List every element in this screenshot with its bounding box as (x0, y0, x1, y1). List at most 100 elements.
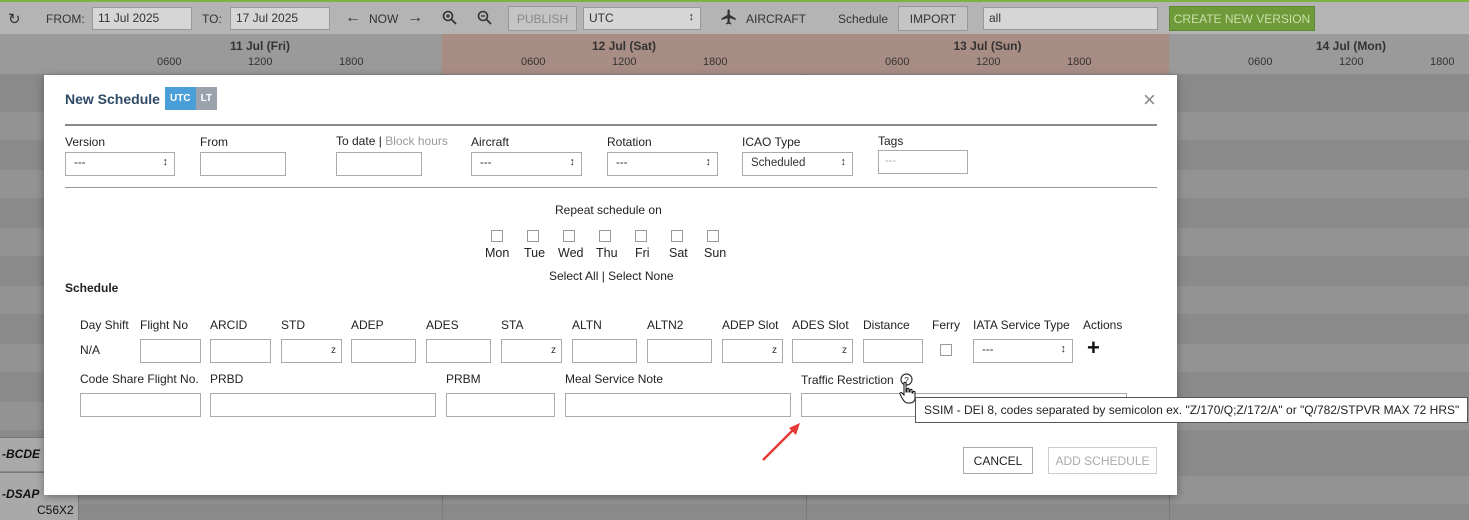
to-date-input[interactable]: 17 Jul 2025 (230, 7, 330, 30)
lt-toggle[interactable]: LT (195, 87, 218, 110)
day-label-tue: Tue (524, 246, 546, 260)
chevron-updown-icon: ↕ (688, 11, 695, 23)
zulu-suffix: z (331, 345, 336, 356)
airplane-icon (720, 8, 738, 26)
rotation-select[interactable]: --- ↕ (607, 152, 718, 176)
chevron-updown-icon: ↕ (1060, 343, 1067, 355)
day-label-sun: Sun (704, 246, 727, 260)
day-label-sat: Sat (669, 246, 688, 260)
prbm-label: PRBM (446, 372, 481, 386)
aircraft-registration[interactable]: -BCDE (2, 447, 40, 461)
publish-button[interactable]: PUBLISH (508, 6, 577, 31)
iata-service-select[interactable]: --- ↕ (973, 339, 1073, 363)
arrow-left-icon[interactable]: ← (345, 9, 361, 27)
col-distance: Distance (863, 318, 910, 332)
distance-input[interactable] (863, 339, 923, 363)
prbd-input[interactable] (210, 393, 436, 417)
col-ferry: Ferry (932, 318, 960, 332)
zulu-suffix: z (551, 345, 556, 356)
select-all-link[interactable]: Select All (549, 269, 598, 283)
todate-separator: | (378, 134, 382, 148)
prbm-input[interactable] (446, 393, 555, 417)
arcid-input[interactable] (210, 339, 271, 363)
version-select[interactable]: --- ↕ (65, 152, 175, 176)
tags-input[interactable]: --- (878, 150, 968, 174)
select-separator: | (601, 269, 605, 283)
timezone-toggle: UTC LT (165, 87, 218, 110)
cancel-button[interactable]: CANCEL (963, 447, 1033, 474)
todate-input[interactable] (336, 152, 422, 176)
timezone-select[interactable]: UTC ↕ (583, 7, 701, 30)
hour-tick: 1800 (339, 56, 364, 68)
col-adep: ADEP (351, 318, 384, 332)
day-label-wed: Wed (558, 246, 584, 260)
aircraft-select[interactable]: --- ↕ (471, 152, 582, 176)
zoom-in-icon[interactable] (442, 10, 457, 25)
codeshare-input[interactable] (80, 393, 201, 417)
now-button[interactable]: NOW (369, 12, 398, 26)
zoom-out-icon[interactable] (477, 10, 492, 25)
day-label-mon: Mon (485, 246, 510, 260)
day-label-fri: Fri (635, 246, 650, 260)
chevron-updown-icon: ↕ (162, 156, 169, 168)
select-none-link[interactable]: Select None (608, 269, 673, 283)
utc-toggle[interactable]: UTC (165, 87, 196, 110)
from-label: From (200, 135, 228, 149)
icao-type-select[interactable]: Scheduled ↕ (742, 152, 853, 176)
day-checkbox-thu[interactable] (599, 230, 611, 242)
altn-input[interactable] (572, 339, 637, 363)
arrow-right-icon[interactable]: → (407, 9, 423, 27)
sta-input[interactable]: z (501, 339, 562, 363)
schedule-heading: Schedule (65, 281, 119, 295)
adep-slot-input[interactable]: z (722, 339, 783, 363)
aircraft-type: C56X2 (37, 503, 74, 517)
top-toolbar: ↻ FROM: 11 Jul 2025 TO: 17 Jul 2025 ← NO… (0, 0, 1469, 34)
flight-no-input[interactable] (140, 339, 201, 363)
schedule-label: Schedule (838, 12, 889, 26)
day-label: 11 Jul (Fri) (229, 39, 291, 53)
day-checkbox-wed[interactable] (563, 230, 575, 242)
day-label: 14 Jul (Mon) (1315, 39, 1386, 53)
timezone-value: UTC (589, 11, 614, 25)
meal-service-label: Meal Service Note (565, 372, 664, 386)
day-checkbox-mon[interactable] (491, 230, 503, 242)
from-date-input[interactable] (200, 152, 286, 176)
add-row-icon[interactable]: + (1087, 335, 1100, 361)
day-checkbox-sat[interactable] (671, 230, 683, 242)
hour-tick: 1200 (1339, 56, 1364, 68)
add-schedule-button[interactable]: ADD SCHEDULE (1048, 447, 1157, 474)
day-checkbox-tue[interactable] (527, 230, 539, 242)
ades-slot-input[interactable]: z (792, 339, 853, 363)
from-label: FROM: (46, 12, 85, 26)
import-button[interactable]: IMPORT (898, 6, 968, 31)
day-checkbox-fri[interactable] (635, 230, 647, 242)
filter-input[interactable]: all (983, 7, 1158, 30)
chevron-updown-icon: ↕ (569, 156, 576, 168)
hour-tick: 1800 (1067, 56, 1092, 68)
blockhours-link[interactable]: Block hours (385, 134, 448, 148)
std-input[interactable]: z (281, 339, 342, 363)
ferry-checkbox[interactable] (940, 344, 952, 356)
tooltip: SSIM - DEI 8, codes separated by semicol… (915, 397, 1469, 423)
col-sta: STA (501, 318, 524, 332)
aircraft-registration[interactable]: -DSAP (2, 487, 39, 501)
meal-service-input[interactable] (565, 393, 791, 417)
from-date-input[interactable]: 11 Jul 2025 (92, 7, 192, 30)
timeline-header: 11 Jul (Fri) 0600 1200 1800 12 Jul (Sat)… (0, 34, 1469, 74)
aircraft-button[interactable]: AIRCRAFT (746, 12, 806, 26)
altn2-input[interactable] (647, 339, 712, 363)
col-altn: ALTN (572, 318, 602, 332)
create-new-version-button[interactable]: CREATE NEW VERSION (1169, 6, 1315, 31)
day-checkbox-sun[interactable] (707, 230, 719, 242)
ades-input[interactable] (426, 339, 491, 363)
adep-input[interactable] (351, 339, 416, 363)
col-day-shift: Day Shift (80, 318, 129, 332)
chevron-updown-icon: ↕ (705, 156, 712, 168)
refresh-icon[interactable]: ↻ (8, 10, 21, 28)
tags-label: Tags (878, 134, 904, 148)
hour-tick: 0600 (157, 56, 182, 68)
version-label: Version (65, 135, 106, 149)
close-icon[interactable]: × (1143, 87, 1156, 113)
codeshare-label: Code Share Flight No. (80, 372, 199, 386)
hour-tick: 0600 (885, 56, 910, 68)
